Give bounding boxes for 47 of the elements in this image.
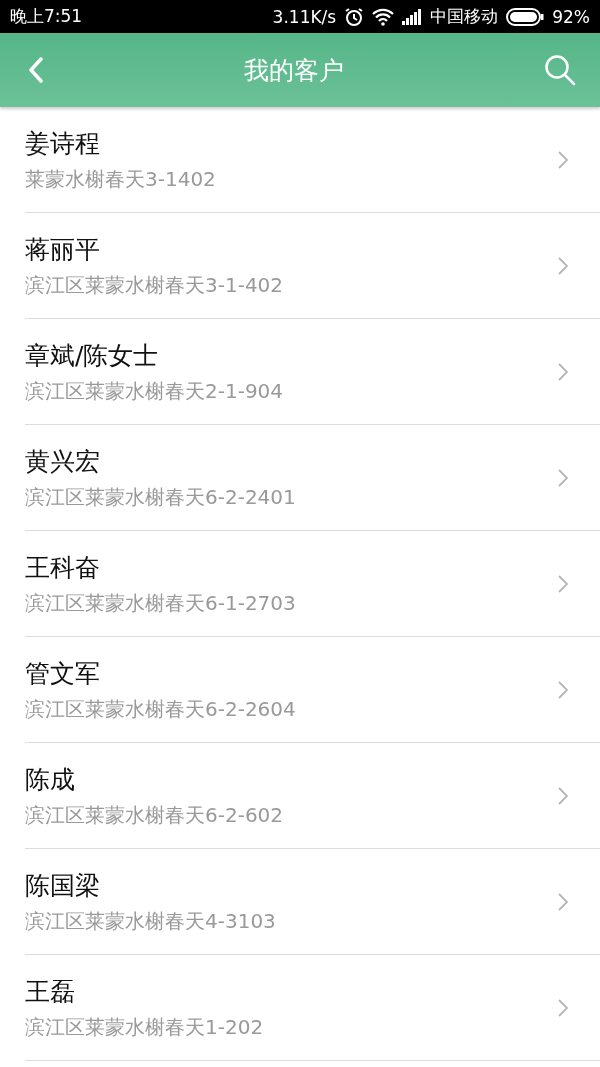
network-speed: 3.11K/s [272, 6, 337, 27]
alarm-clock-icon [344, 6, 365, 27]
chevron-right-icon [558, 892, 568, 911]
chevron-right-icon [558, 362, 568, 381]
customer-name: 王磊 [25, 975, 76, 1008]
customer-row[interactable]: 章斌/陈女士 滨江区莱蒙水榭春天2-1-904 [25, 319, 600, 425]
customer-row[interactable]: 蒋丽平 滨江区莱蒙水榭春天3-1-402 [25, 213, 600, 319]
customer-address: 滨江区莱蒙水榭春天2-1-904 [25, 377, 285, 405]
battery-icon [506, 7, 545, 26]
carrier-name: 中国移动 [430, 5, 499, 28]
chevron-right-icon [558, 574, 568, 593]
customer-row[interactable]: 陈国梁 滨江区莱蒙水榭春天4-3103 [25, 849, 600, 955]
back-icon [28, 57, 44, 83]
customer-row[interactable]: 陈成 滨江区莱蒙水榭春天6-2-602 [25, 743, 600, 849]
customer-row[interactable]: 王科奋 滨江区莱蒙水榭春天6-1-2703 [25, 531, 600, 637]
chevron-right-icon [558, 256, 568, 275]
battery-percent: 92% [552, 6, 590, 27]
customer-address: 滨江区莱蒙水榭春天6-2-2604 [25, 695, 297, 723]
chevron-right-icon [558, 150, 568, 169]
customer-name: 姜诗程 [25, 127, 101, 160]
status-time: 晚上7:51 [10, 5, 83, 28]
customer-address: 滨江区莱蒙水榭春天6-2-2401 [25, 483, 297, 511]
customer-address: 滨江区莱蒙水榭春天6-1-2703 [25, 589, 297, 617]
customer-address: 滨江区莱蒙水榭春天1-202 [25, 1013, 265, 1041]
customer-row[interactable]: 王磊 滨江区莱蒙水榭春天1-202 [25, 955, 600, 1061]
customer-address: 滨江区莱蒙水榭春天4-3103 [25, 907, 277, 935]
customer-address: 滨江区莱蒙水榭春天6-2-602 [25, 801, 285, 829]
wifi-icon [372, 7, 395, 26]
customer-name: 管文军 [25, 657, 101, 690]
chevron-right-icon [558, 998, 568, 1017]
chevron-right-icon [558, 786, 568, 805]
signal-icon [402, 8, 423, 25]
page-title: 我的客户 [244, 54, 344, 87]
chevron-right-icon [558, 680, 568, 699]
search-icon [544, 54, 576, 86]
chevron-right-icon [558, 468, 568, 487]
customer-name: 章斌/陈女士 [25, 339, 160, 372]
customer-row[interactable]: 管文军 滨江区莱蒙水榭春天6-2-2604 [25, 637, 600, 743]
customer-name: 黄兴宏 [25, 445, 101, 478]
customer-name: 蒋丽平 [25, 233, 101, 266]
customer-address: 滨江区莱蒙水榭春天3-1-402 [25, 271, 285, 299]
customer-name: 陈成 [25, 763, 76, 796]
customer-row[interactable]: 姜诗程 莱蒙水榭春天3-1402 [25, 107, 600, 213]
customer-name: 王科奋 [25, 551, 101, 584]
customer-address: 莱蒙水榭春天3-1402 [25, 165, 217, 193]
customer-name: 陈国梁 [25, 869, 101, 902]
customer-row[interactable]: 黄兴宏 滨江区莱蒙水榭春天6-2-2401 [25, 425, 600, 531]
